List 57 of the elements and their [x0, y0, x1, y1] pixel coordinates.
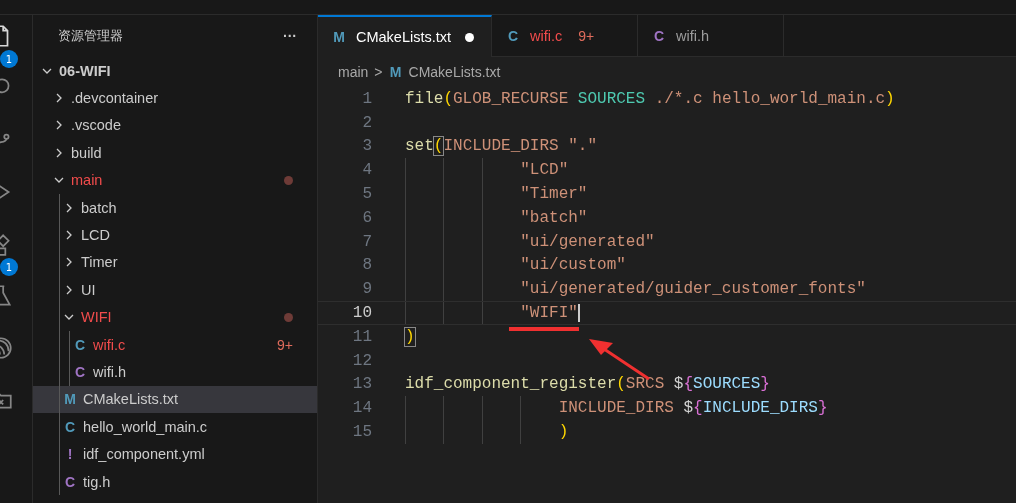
line-number: 13 — [351, 375, 372, 394]
code-text: "ui/generated/guider_customer_fonts" — [519, 280, 866, 299]
breadcrumb-item[interactable]: CMakeLists.txt — [408, 64, 501, 80]
code-text: "ui/generated" — [519, 232, 655, 251]
modified-dot — [284, 312, 293, 322]
file-item[interactable]: C wifi.h — [33, 358, 317, 386]
file-item[interactable]: C hello_world_main.c — [33, 413, 317, 441]
file-item[interactable]: C tig.h — [33, 467, 317, 496]
folder-item[interactable]: .devcontainer — [33, 84, 317, 112]
code-text: "WIFI" — [519, 303, 580, 323]
code-text: INCLUDE_DIRS ${INCLUDE_DIRS} — [557, 399, 828, 418]
line-number: 1 — [361, 89, 372, 108]
folder-item[interactable]: Timer — [33, 248, 317, 277]
line-number: 7 — [361, 232, 372, 251]
line-number: 6 — [361, 208, 372, 227]
modified-dot — [284, 175, 293, 185]
line-number: 14 — [351, 399, 372, 418]
folder-item[interactable]: LCD — [33, 221, 317, 249]
folder-item[interactable]: build — [33, 139, 317, 167]
file-item[interactable]: ! idf_component.yml — [33, 440, 317, 468]
folder-item[interactable]: batch — [33, 193, 317, 222]
code-text: ) — [557, 423, 569, 442]
line-number: 12 — [351, 351, 372, 370]
line-number: 3 — [361, 137, 372, 156]
editor-tab[interactable]: C wifi.c 9+ — [492, 15, 638, 57]
code-text: "Timer" — [519, 185, 588, 204]
editor-tab[interactable]: C wifi.h — [638, 15, 784, 57]
file-item[interactable]: M CMakeLists.txt — [33, 385, 317, 414]
breadcrumb-item[interactable]: main — [338, 64, 369, 80]
code-text: "batch" — [519, 208, 588, 227]
folder-item[interactable]: WIFI — [33, 303, 317, 331]
notification-badge: 1 — [0, 258, 18, 276]
line-number: 11 — [351, 327, 372, 346]
folder-item[interactable]: main — [33, 166, 317, 194]
folder-item[interactable]: UI — [33, 276, 317, 304]
folder-item[interactable]: .vscode — [33, 111, 317, 140]
notification-badge: 1 — [0, 50, 18, 68]
line-number: 8 — [361, 256, 372, 275]
code-text: "LCD" — [519, 161, 569, 180]
line-number: 10 — [351, 304, 372, 323]
file-item[interactable]: C wifi.c 9+ — [33, 330, 317, 359]
line-number: 2 — [361, 113, 372, 132]
code-text: "ui/custom" — [519, 256, 626, 275]
line-number: 9 — [361, 280, 372, 299]
explorer-title: 资源管理器 — [58, 27, 123, 45]
editor-tab[interactable]: M CMakeLists.txt — [318, 15, 492, 57]
code-text: file(GLOB_RECURSE SOURCES ./*.c hello_world_main.c) — [405, 89, 895, 108]
more-actions-button[interactable]: ··· — [283, 28, 297, 44]
line-number: 5 — [361, 185, 372, 204]
code-text: idf_component_register(SRCS ${SOURCES} — [405, 375, 770, 394]
project-folder[interactable]: 06-WIFI — [33, 57, 317, 85]
line-number: 15 — [351, 423, 372, 442]
code-text: set(INCLUDE_DIRS "." — [405, 137, 598, 156]
code-text: ) — [405, 327, 415, 346]
file-type-icon: M — [388, 64, 403, 80]
breadcrumb-separator: > — [374, 64, 383, 80]
line-number: 4 — [361, 161, 372, 180]
